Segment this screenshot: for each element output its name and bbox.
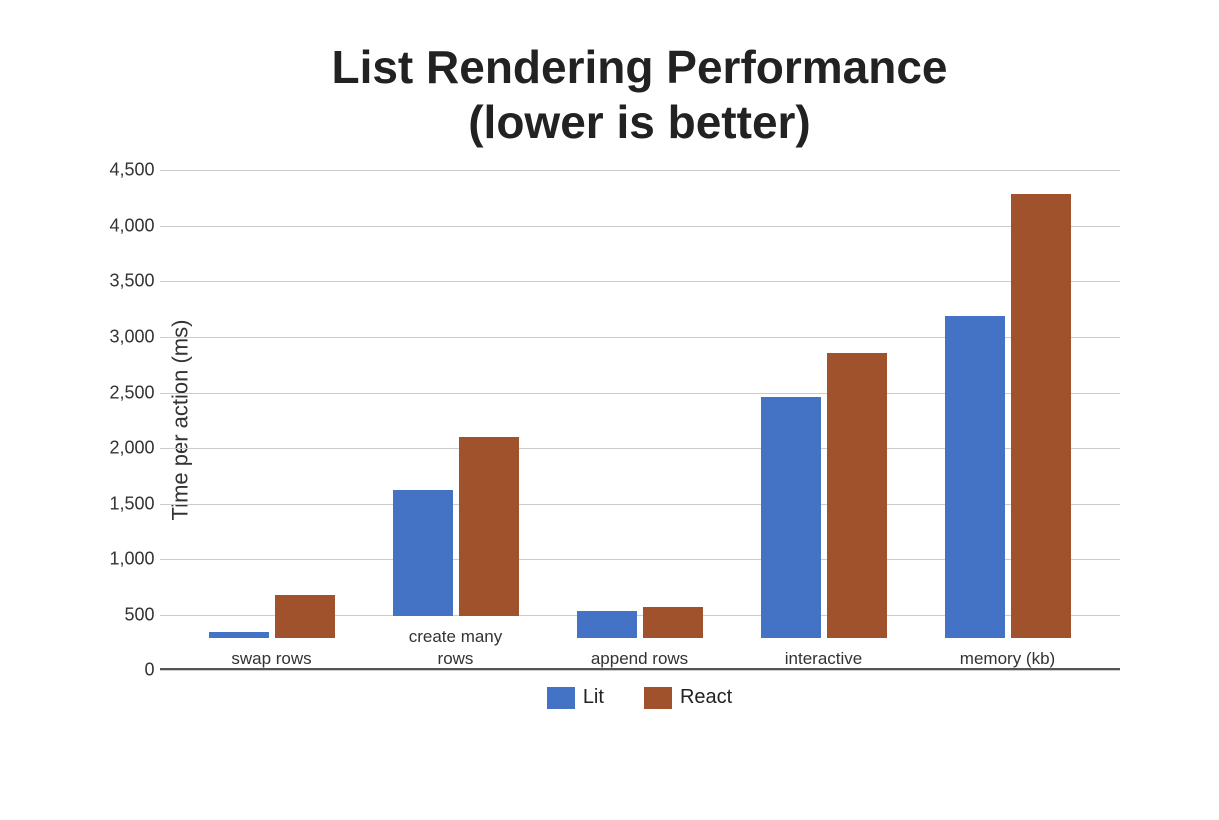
grid-line: [160, 670, 1120, 671]
bar-group-label: append rows: [591, 648, 688, 670]
legend-box-react: [644, 687, 672, 709]
bar-lit: [577, 611, 637, 639]
bar-pair: [393, 437, 519, 616]
bar-pair: [209, 595, 335, 638]
y-tick-label: 0: [95, 660, 155, 681]
bar-group: swap rows: [209, 595, 335, 670]
chart-area: Time per action (ms) 4,5004,0003,5003,00…: [160, 170, 1120, 670]
bar-group: interactive: [761, 353, 887, 671]
bar-react: [827, 353, 887, 639]
bar-pair: [761, 353, 887, 639]
y-tick-label: 1,000: [95, 549, 155, 570]
legend: Lit React: [160, 686, 1120, 709]
y-tick-label: 3,000: [95, 327, 155, 348]
bar-group-label: swap rows: [231, 648, 311, 670]
bar-group-label: create many rows: [409, 626, 503, 670]
bar-lit: [761, 397, 821, 638]
x-axis-line: [160, 668, 1120, 670]
y-tick-label: 3,500: [95, 271, 155, 292]
legend-box-lit: [547, 687, 575, 709]
bar-group: memory (kb): [945, 194, 1071, 671]
bar-pair: [945, 194, 1071, 638]
bar-react: [275, 595, 335, 638]
bar-group: append rows: [577, 607, 703, 670]
y-tick-label: 1,500: [95, 493, 155, 514]
legend-item-react: React: [644, 686, 732, 709]
y-tick-label: 500: [95, 604, 155, 625]
chart-title: List Rendering Performance (lower is bet…: [160, 40, 1120, 150]
bar-group-label: interactive: [785, 648, 862, 670]
legend-item-lit: Lit: [547, 686, 604, 709]
chart-container: List Rendering Performance (lower is bet…: [60, 20, 1160, 800]
y-tick-label: 2,500: [95, 382, 155, 403]
bars-container: swap rows create many rows append rows inte…: [160, 170, 1120, 670]
bar-group-label: memory (kb): [960, 648, 1055, 670]
y-tick-label: 2,000: [95, 438, 155, 459]
bar-lit: [393, 490, 453, 617]
bar-react: [1011, 194, 1071, 638]
bar-lit: [209, 632, 269, 638]
bar-lit: [945, 316, 1005, 638]
y-tick-label: 4,500: [95, 160, 155, 181]
bar-react: [643, 607, 703, 638]
legend-lit-label: Lit: [583, 686, 604, 709]
y-tick-label: 4,000: [95, 215, 155, 236]
bar-group: create many rows: [393, 437, 519, 670]
bar-pair: [577, 607, 703, 638]
grid-and-bars: 4,5004,0003,5003,0002,5002,0001,5001,000…: [160, 170, 1120, 670]
bar-react: [459, 437, 519, 616]
legend-react-label: React: [680, 686, 732, 709]
